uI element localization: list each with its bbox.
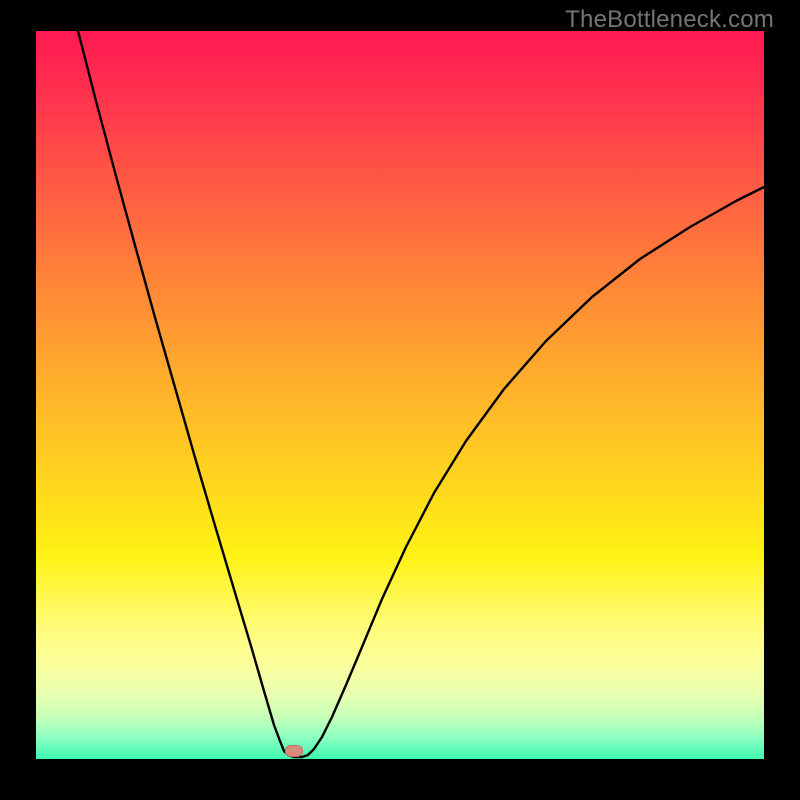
chart-frame — [36, 31, 764, 759]
bottleneck-curve — [78, 31, 764, 757]
chart-plot-area — [36, 31, 764, 759]
watermark-text: TheBottleneck.com — [565, 6, 774, 34]
optimum-marker — [285, 745, 303, 757]
